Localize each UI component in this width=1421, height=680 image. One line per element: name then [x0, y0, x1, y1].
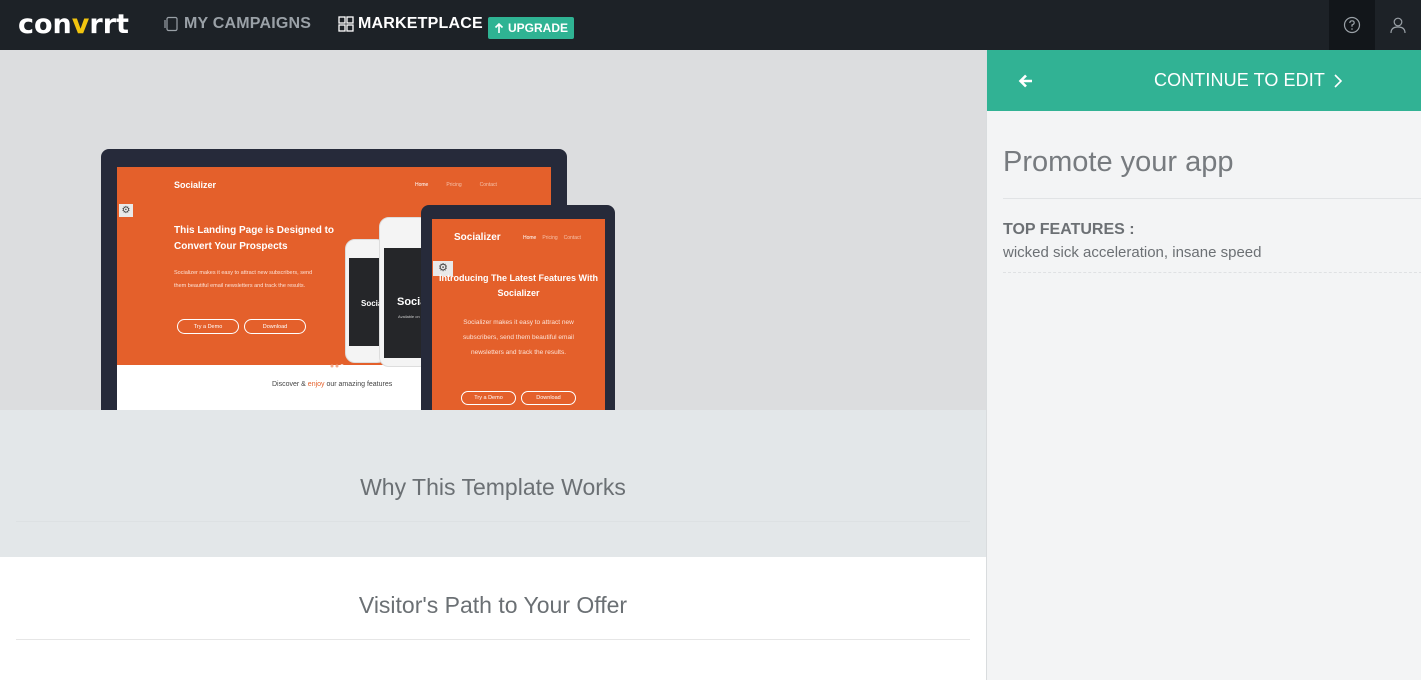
upgrade-label: UPGRADE	[508, 21, 569, 35]
tagline-pre: Discover &	[272, 381, 308, 388]
laptop-menu: Home Pricing Contact	[415, 182, 497, 188]
tablet-brand: Socializer	[454, 232, 501, 243]
logo-text-a: con	[18, 9, 72, 40]
why-template-works-heading: Why This Template Works	[360, 474, 626, 500]
convrrt-logo[interactable]: convrrt	[18, 9, 129, 40]
nav-marketplace[interactable]: MARKETPLACE	[338, 15, 483, 33]
laptop-body: Socializer makes it easy to attract new …	[174, 270, 313, 289]
template-preview: Socializer Home Pricing Contact ⚙ This L…	[0, 50, 986, 410]
laptop-features-tagline: Discover & enjoy our amazing features	[272, 381, 392, 388]
tablet-screen: Socializer Home Pricing Contact ⚙ Introd…	[432, 219, 605, 410]
tablet-menu-pricing: Pricing	[542, 235, 558, 241]
laptop-menu-contact: Contact	[479, 182, 497, 188]
devices-icon	[164, 16, 178, 32]
grid-icon	[338, 16, 354, 32]
nav-my-campaigns[interactable]: MY CAMPAIGNS	[164, 15, 311, 33]
logo-text-b: rrt	[89, 9, 129, 40]
user-button[interactable]	[1375, 0, 1421, 50]
arrow-up-icon	[494, 22, 504, 33]
section-divider	[16, 521, 970, 522]
top-bar: convrrt MY CAMPAIGNS MARKETPLACE UPGRADE	[0, 0, 1421, 50]
tagline-post: our amazing features	[324, 381, 393, 388]
visitor-path-heading: Visitor's Path to Your Offer	[358, 592, 628, 618]
tablet-download-button: Download	[521, 391, 576, 405]
arrow-left-icon	[1018, 74, 1032, 88]
visitor-path-section: Visitor's Path to Your Offer	[0, 557, 986, 680]
chevron-right-icon	[1334, 73, 1343, 88]
logo-text-v: v	[71, 9, 90, 40]
tablet-menu-home: Home	[523, 235, 537, 241]
template-details-panel: CONTINUE TO EDIT Promote your app TOP FE…	[986, 50, 1421, 680]
continue-bar: CONTINUE TO EDIT	[987, 50, 1421, 111]
continue-to-edit-label: CONTINUE TO EDIT	[1154, 70, 1325, 90]
top-features-text: wicked sick acceleration, insane speed	[1003, 244, 1262, 261]
upgrade-button[interactable]: UPGRADE	[488, 17, 575, 39]
why-template-works-section: Why This Template Works	[0, 410, 986, 557]
laptop-menu-pricing: Pricing	[446, 182, 462, 188]
tablet-try-demo-button: Try a Demo	[461, 391, 516, 405]
nav-marketplace-label: MARKETPLACE	[358, 15, 483, 32]
tablet-body: Socializer makes it easy to attract new …	[463, 319, 574, 356]
panel-divider	[1003, 198, 1421, 199]
back-button[interactable]	[1015, 70, 1037, 92]
carousel-dots	[330, 364, 344, 368]
laptop-settings-icon[interactable]: ⚙	[119, 204, 133, 217]
tablet-headline: Introducing The Latest Features With Soc…	[439, 273, 598, 298]
help-button[interactable]	[1329, 0, 1375, 50]
continue-to-edit-button[interactable]: CONTINUE TO EDIT	[1154, 70, 1343, 91]
laptop-download-button: Download	[244, 319, 306, 334]
user-icon	[1390, 17, 1406, 34]
laptop-try-demo-button: Try a Demo	[177, 319, 239, 334]
features-divider	[1003, 272, 1421, 273]
tablet-menu-contact: Contact	[563, 235, 581, 241]
laptop-brand: Socializer	[174, 180, 217, 190]
template-title: Promote your app	[1003, 146, 1234, 178]
laptop-menu-home: Home	[415, 182, 429, 188]
top-features-label: TOP FEATURES :	[1003, 221, 1135, 238]
laptop-headline: This Landing Page is Designed to Convert…	[174, 225, 335, 252]
nav-my-campaigns-label: MY CAMPAIGNS	[184, 15, 312, 32]
section-divider	[16, 639, 970, 640]
tablet-menu: Home Pricing Contact	[523, 235, 581, 241]
tablet-mockup: Socializer Home Pricing Contact ⚙ Introd…	[421, 205, 615, 410]
tagline-accent: enjoy	[307, 381, 325, 388]
help-icon	[1343, 16, 1361, 34]
